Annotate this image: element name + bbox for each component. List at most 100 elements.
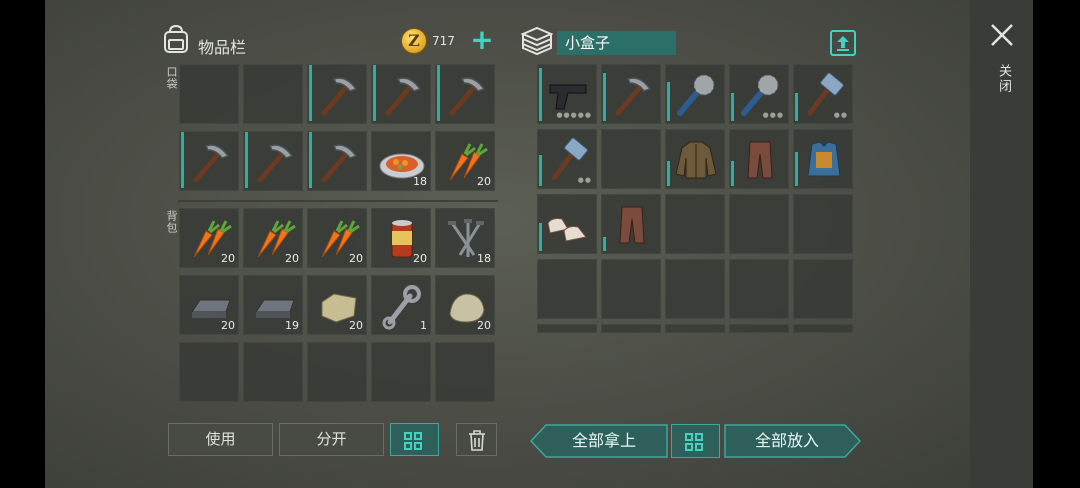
durability-bar bbox=[309, 132, 312, 188]
item-count: 18 bbox=[477, 252, 491, 265]
add-coins-button[interactable]: + bbox=[470, 26, 494, 55]
sort-inventory-button[interactable] bbox=[390, 423, 439, 456]
quality-dots: ●●● bbox=[762, 111, 784, 119]
backpack-slot[interactable]: 20 bbox=[371, 208, 431, 268]
pickaxe-icon bbox=[257, 144, 294, 183]
pocket-slot[interactable] bbox=[307, 131, 367, 191]
container-slot[interactable] bbox=[793, 324, 853, 333]
quality-dots: ●●●●● bbox=[556, 111, 592, 119]
backpack-slot[interactable]: 18 bbox=[435, 208, 495, 268]
pocket-slot[interactable] bbox=[307, 64, 367, 124]
backpack-label: 背包 bbox=[165, 210, 178, 234]
durability-bar bbox=[603, 237, 606, 251]
pickaxe-icon bbox=[385, 77, 422, 116]
durability-bar bbox=[667, 82, 670, 121]
durability-bar bbox=[539, 155, 542, 186]
backpack-slot[interactable]: 1 bbox=[371, 275, 431, 335]
pocket-slot[interactable]: 18 bbox=[371, 131, 431, 191]
take-all-button[interactable]: 全部拿上 bbox=[540, 424, 668, 458]
container-slot[interactable] bbox=[665, 194, 725, 254]
container-slot[interactable] bbox=[729, 129, 789, 189]
pocket-slot[interactable] bbox=[179, 64, 239, 124]
container-slot[interactable] bbox=[665, 64, 725, 124]
pickaxe-icon bbox=[615, 77, 652, 116]
container-slot[interactable] bbox=[601, 194, 661, 254]
container-slot[interactable] bbox=[729, 194, 789, 254]
durability-bar bbox=[181, 132, 184, 188]
backpack-slot[interactable]: 20 bbox=[243, 208, 303, 268]
trash-icon bbox=[469, 430, 485, 451]
durability-bar bbox=[795, 152, 798, 186]
container-slot[interactable] bbox=[729, 259, 789, 319]
backpack-slot[interactable]: 20 bbox=[179, 208, 239, 268]
item-count: 1 bbox=[420, 319, 427, 332]
box-icon bbox=[520, 26, 554, 56]
durability-bar bbox=[731, 93, 734, 121]
container-name: 小盒子 bbox=[557, 31, 676, 55]
sort-container-button[interactable] bbox=[671, 424, 720, 458]
container-slot[interactable] bbox=[537, 324, 597, 333]
durability-bar bbox=[373, 65, 376, 121]
container-slot[interactable] bbox=[665, 259, 725, 319]
container-slot[interactable] bbox=[793, 194, 853, 254]
backpack-slot[interactable]: 20 bbox=[179, 275, 239, 335]
backpack-slot[interactable]: 20 bbox=[435, 275, 495, 335]
container-slot[interactable]: ●●●●● bbox=[537, 64, 597, 124]
backpack-slot[interactable] bbox=[435, 342, 495, 402]
armor-vest-icon bbox=[807, 141, 841, 177]
container-slot[interactable] bbox=[601, 129, 661, 189]
item-count: 20 bbox=[221, 319, 235, 332]
container-slot[interactable] bbox=[601, 324, 661, 333]
backpack-slot[interactable]: 20 bbox=[307, 208, 367, 268]
grid-icon bbox=[404, 432, 422, 450]
backpack-slot[interactable] bbox=[243, 342, 303, 402]
put-all-button[interactable]: 全部放入 bbox=[724, 424, 850, 458]
container-slot[interactable] bbox=[665, 324, 725, 333]
item-count: 20 bbox=[477, 175, 491, 188]
pocket-slot[interactable]: 20 bbox=[435, 131, 495, 191]
quality-dots: ●● bbox=[833, 111, 848, 119]
backpack-icon bbox=[164, 24, 188, 53]
pickaxe-icon bbox=[321, 77, 358, 116]
quality-dots: ●● bbox=[577, 176, 592, 184]
backpack-slot[interactable]: 19 bbox=[243, 275, 303, 335]
backpack-slot[interactable] bbox=[371, 342, 431, 402]
close-label[interactable]: 关闭 bbox=[994, 64, 1013, 94]
delete-button[interactable] bbox=[456, 423, 497, 456]
container-slot[interactable] bbox=[793, 259, 853, 319]
close-icon[interactable] bbox=[989, 22, 1015, 48]
container-slot[interactable] bbox=[793, 129, 853, 189]
saw-club-icon bbox=[677, 74, 715, 116]
pocket-slot[interactable] bbox=[371, 64, 431, 124]
pocket-slot[interactable] bbox=[435, 64, 495, 124]
pants-icon bbox=[619, 206, 645, 244]
container-slot[interactable] bbox=[729, 324, 789, 333]
item-count: 20 bbox=[413, 252, 427, 265]
item-count: 20 bbox=[221, 252, 235, 265]
container-slot[interactable] bbox=[601, 64, 661, 124]
container-slot[interactable]: ●●● bbox=[729, 64, 789, 124]
container-slot[interactable] bbox=[601, 259, 661, 319]
item-count: 19 bbox=[285, 319, 299, 332]
durability-bar bbox=[309, 65, 312, 121]
pocket-slot[interactable] bbox=[243, 64, 303, 124]
container-slot[interactable] bbox=[537, 259, 597, 319]
upload-button[interactable] bbox=[830, 30, 856, 56]
backpack-slot[interactable]: 20 bbox=[307, 275, 367, 335]
durability-bar bbox=[731, 161, 734, 186]
backpack-slot[interactable] bbox=[307, 342, 367, 402]
pocket-slot[interactable] bbox=[179, 131, 239, 191]
container-slot[interactable]: ●● bbox=[793, 64, 853, 124]
pocket-label: 口袋 bbox=[165, 66, 178, 90]
pickaxe-icon bbox=[321, 144, 358, 183]
container-slot[interactable] bbox=[665, 129, 725, 189]
game-screen: 物品栏 Z 717 + 口袋 背包 18 20 20 20 20 20 18 20 19 20 1… bbox=[0, 0, 1080, 488]
container-slot[interactable]: ●● bbox=[537, 129, 597, 189]
item-count: 20 bbox=[349, 319, 363, 332]
use-button[interactable]: 使用 bbox=[168, 423, 273, 456]
backpack-slot[interactable] bbox=[179, 342, 239, 402]
split-button[interactable]: 分开 bbox=[279, 423, 384, 456]
pocket-slot[interactable] bbox=[243, 131, 303, 191]
container-slot[interactable] bbox=[537, 194, 597, 254]
section-divider bbox=[178, 200, 498, 202]
